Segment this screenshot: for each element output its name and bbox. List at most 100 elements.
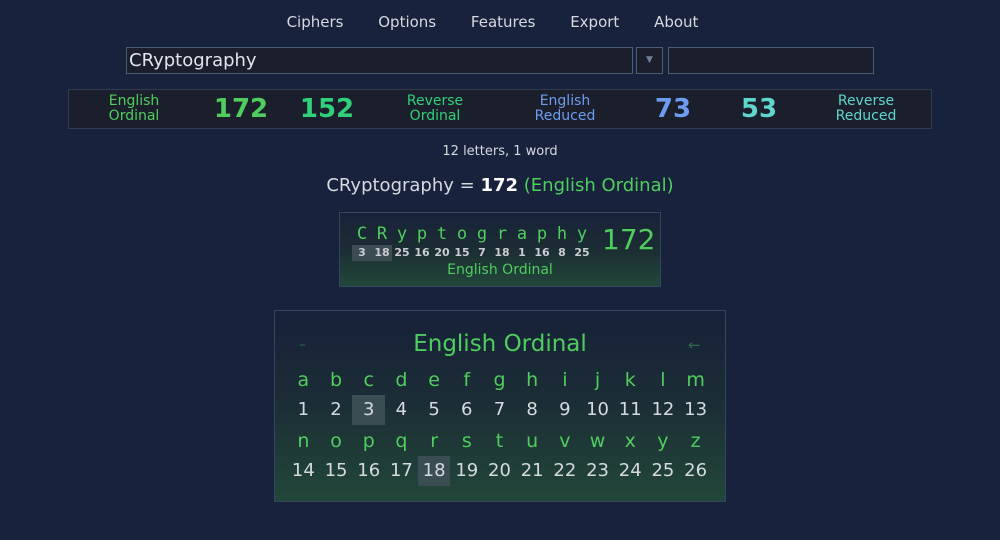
cipher-chart-value[interactable]: 3: [352, 395, 386, 425]
summary-label: English Ordinal: [108, 93, 160, 124]
breakdown-letter-column: h8: [552, 223, 572, 261]
nav-about[interactable]: About: [654, 13, 698, 31]
cipher-chart-value[interactable]: 10: [581, 395, 614, 425]
cipher-chart-value[interactable]: 15: [320, 456, 353, 486]
cipher-chart-letter[interactable]: k: [614, 365, 647, 395]
cipher-chart-value[interactable]: 26: [679, 456, 712, 486]
cipher-chart-letter[interactable]: o: [320, 426, 353, 456]
breakdown-letter: r: [496, 224, 508, 244]
nav-export[interactable]: Export: [570, 13, 619, 31]
summary-value-english-reduced[interactable]: 73: [631, 90, 715, 128]
summary-label-reverse-reduced[interactable]: Reverse Reduced: [801, 90, 931, 128]
cipher-chart-letter[interactable]: s: [450, 426, 483, 456]
cipher-chart-value[interactable]: 7: [483, 395, 516, 425]
cipher-chart-letter[interactable]: a: [287, 365, 320, 395]
cipher-chart-letter[interactable]: n: [287, 426, 320, 456]
summary-label: Reverse Ordinal: [406, 93, 464, 124]
breakdown-letter-value: 3: [352, 245, 372, 261]
summary-value-reverse-reduced[interactable]: 53: [717, 90, 801, 128]
cipher-chart-letter[interactable]: i: [549, 365, 582, 395]
arrow-left-icon[interactable]: ←: [688, 336, 701, 354]
cipher-chart-letter[interactable]: c: [352, 365, 385, 395]
breakdown-letter-value: 15: [454, 246, 470, 259]
cipher-chart-value[interactable]: 13: [679, 395, 712, 425]
cipher-chart-value[interactable]: 8: [516, 395, 549, 425]
breakdown-letter: y: [576, 224, 588, 244]
summary-label: English Reduced: [534, 93, 596, 124]
cipher-chart-letter[interactable]: l: [647, 365, 680, 395]
cipher-chart-value[interactable]: 19: [450, 456, 483, 486]
cipher-chart-panel: – English Ordinal ← abcdefghijklm1234567…: [274, 310, 726, 502]
breakdown-letter: g: [476, 224, 488, 244]
breakdown-cipher-name: English Ordinal: [447, 262, 553, 278]
cipher-chart-value[interactable]: 12: [647, 395, 680, 425]
cipher-chart-value[interactable]: 5: [418, 395, 451, 425]
nav-ciphers[interactable]: Ciphers: [287, 13, 344, 31]
cipher-chart-value[interactable]: 25: [647, 456, 680, 486]
cipher-chart-letter[interactable]: z: [679, 426, 712, 456]
breakdown-letter-value: 25: [574, 246, 590, 259]
history-dropdown-button[interactable]: ▼: [636, 47, 663, 74]
breakdown-letter-column: r 18: [492, 223, 512, 261]
cipher-chart-letter[interactable]: y: [647, 426, 680, 456]
cipher-chart-letter-row: nopqrstuvwxyz: [287, 426, 717, 456]
cipher-chart-value[interactable]: 1: [287, 395, 320, 425]
breakdown-letter: p: [536, 224, 548, 244]
cipher-chart-letter[interactable]: v: [549, 426, 582, 456]
cipher-chart-value[interactable]: 9: [549, 395, 582, 425]
cipher-chart-letter[interactable]: x: [614, 426, 647, 456]
cipher-chart-value[interactable]: 2: [320, 395, 353, 425]
chevron-down-icon: ▼: [646, 55, 653, 65]
cipher-chart-value[interactable]: 21: [516, 456, 549, 486]
cipher-chart-value[interactable]: 22: [549, 456, 582, 486]
cipher-chart-value[interactable]: 23: [581, 456, 614, 486]
breakdown-letter-column: y 25: [392, 223, 412, 261]
breakdown-letter: p: [416, 224, 428, 244]
cipher-chart-letter[interactable]: h: [516, 365, 549, 395]
cipher-chart-letter[interactable]: b: [320, 365, 353, 395]
cipher-chart-letter[interactable]: r: [418, 426, 451, 456]
cipher-chart-letter[interactable]: w: [581, 426, 614, 456]
result-equals: =: [453, 175, 481, 196]
cipher-chart-value[interactable]: 24: [614, 456, 647, 486]
cipher-chart-letter[interactable]: j: [581, 365, 614, 395]
nav-options[interactable]: Options: [378, 13, 436, 31]
cipher-chart-letter[interactable]: g: [483, 365, 516, 395]
breakdown-letter-column: p 16: [412, 223, 432, 261]
summary-label-english-reduced[interactable]: English Reduced: [501, 90, 629, 128]
cipher-chart-value[interactable]: 17: [385, 456, 418, 486]
summary-label-english-ordinal[interactable]: English Ordinal: [69, 90, 199, 128]
cipher-chart-value[interactable]: 14: [287, 456, 320, 486]
cipher-chart-letter[interactable]: m: [679, 365, 712, 395]
letter-word-count: 12 letters, 1 word: [442, 144, 558, 159]
cipher-chart-value[interactable]: 4: [385, 395, 418, 425]
cipher-chart-letter[interactable]: u: [516, 426, 549, 456]
breakdown-letter-value: 18: [494, 246, 510, 259]
cipher-chart-grid: a b c d e f g h i j k l m 1 2 3 4 5 6 7 8 9 10 11 12 13 n o p q r s t u v w…: [287, 365, 717, 486]
cipher-chart-letter[interactable]: t: [483, 426, 516, 456]
cipher-chart-letter[interactable]: p: [352, 426, 385, 456]
cipher-chart-letter[interactable]: q: [385, 426, 418, 456]
cipher-chart-letter[interactable]: e: [418, 365, 451, 395]
letter-breakdown-panel: C 3 R 18 y 25 p 16 t 20 o 15 g 7 r 18 a 1 p 16 h 8 y 25 172 Eng…: [339, 212, 661, 287]
breakdown-letter-value: 16: [534, 246, 550, 259]
cipher-chart-value[interactable]: 11: [614, 395, 647, 425]
summary-value-reverse-ordinal[interactable]: 152: [285, 90, 369, 128]
cipher-chart-letter[interactable]: f: [450, 365, 483, 395]
cipher-chart-value[interactable]: 6: [450, 395, 483, 425]
cipher-chart-value[interactable]: 20: [483, 456, 516, 486]
top-nav: Ciphers Options Features Export About: [0, 13, 1000, 31]
cipher-chart-letter[interactable]: d: [385, 365, 418, 395]
cipher-chart-value[interactable]: 16: [352, 456, 385, 486]
cipher-chart-value[interactable]: 18: [417, 456, 451, 486]
result-line: CRyptography = 172 (English Ordinal): [0, 175, 1000, 196]
breakdown-letter: C: [356, 224, 368, 244]
phrase-input[interactable]: CRyptography: [126, 47, 633, 74]
result-value: 172: [480, 175, 519, 196]
breakdown-letter: y: [396, 224, 408, 244]
number-search-input[interactable]: [668, 47, 874, 74]
summary-value-english-ordinal[interactable]: 172: [199, 90, 283, 128]
nav-features[interactable]: Features: [471, 13, 536, 31]
breakdown-letter-value: 8: [558, 246, 566, 259]
summary-label-reverse-ordinal[interactable]: Reverse Ordinal: [369, 90, 501, 128]
